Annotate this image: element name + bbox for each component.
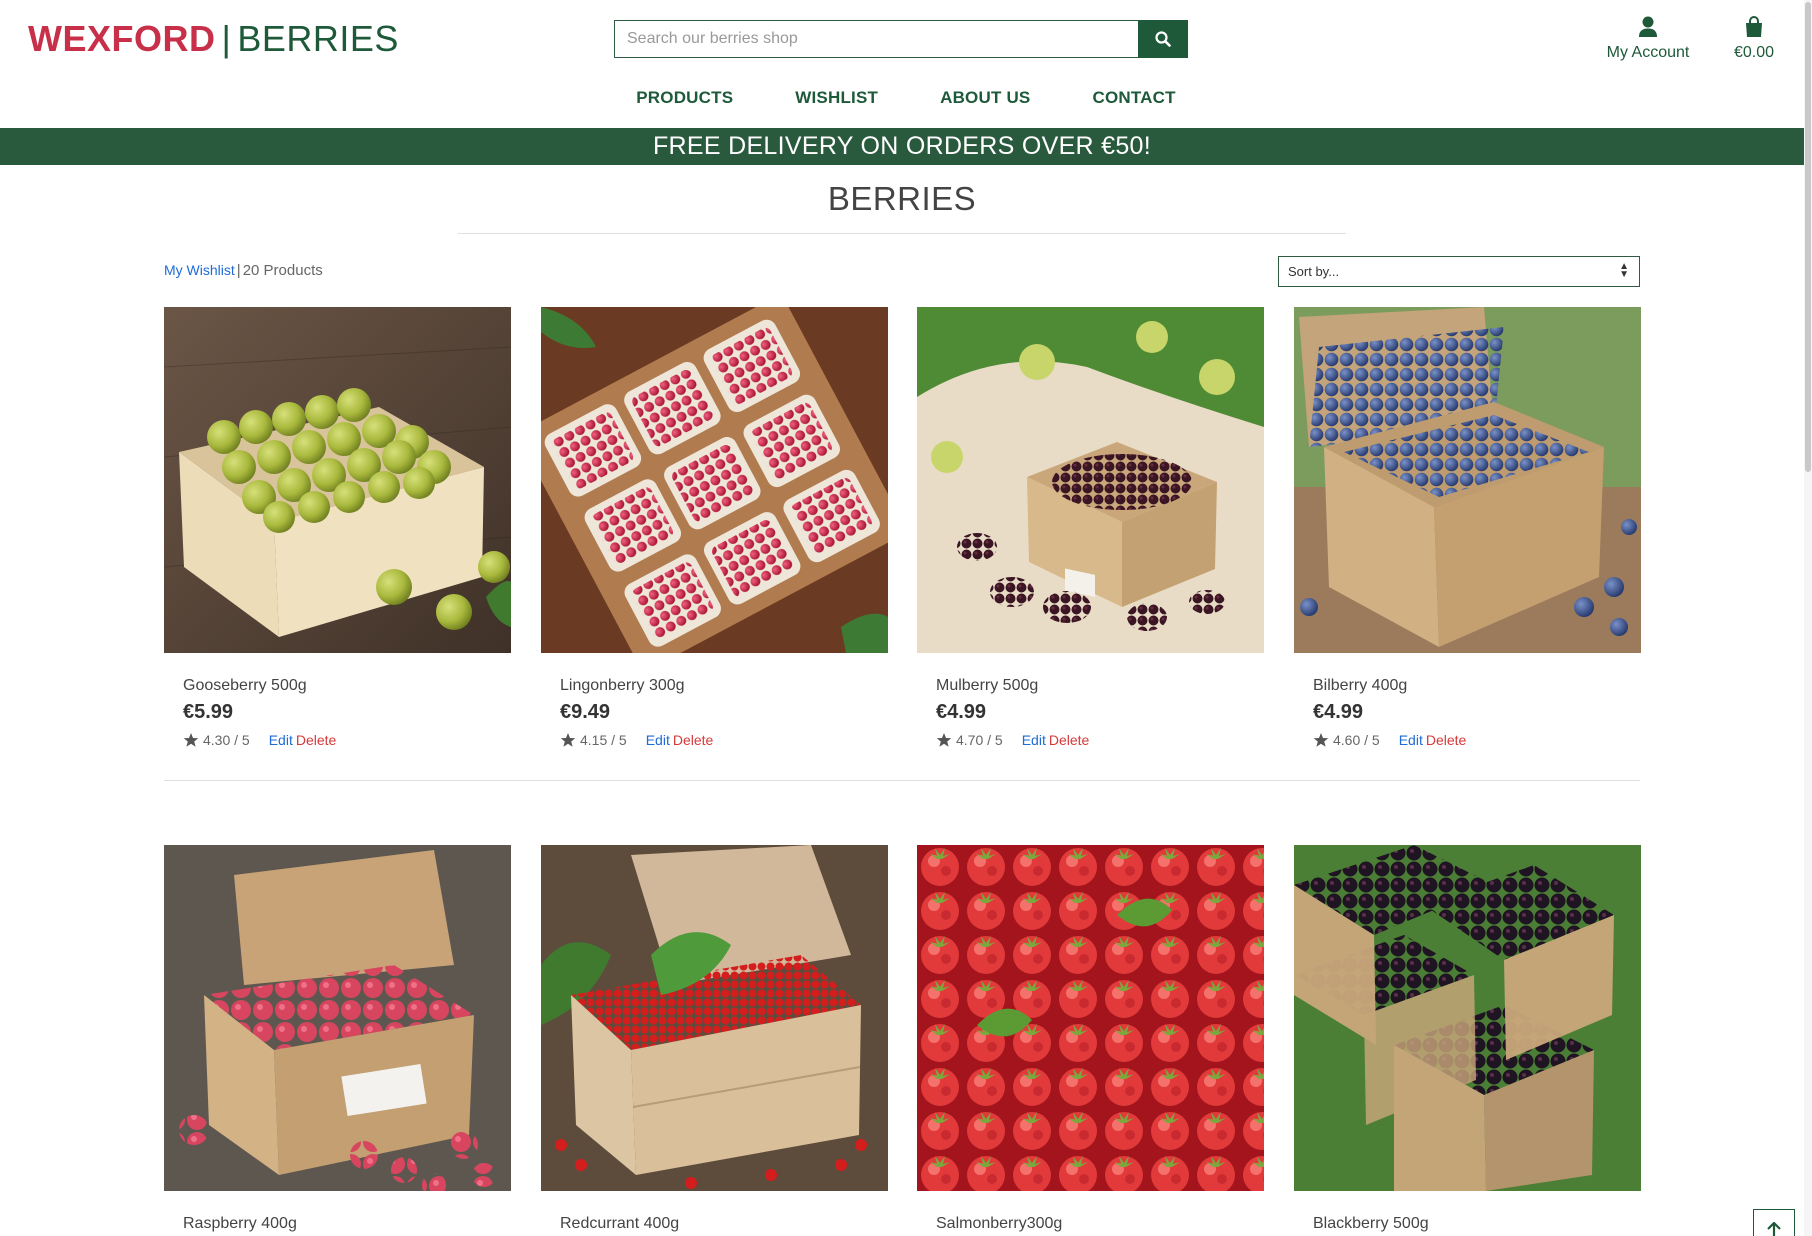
product-name[interactable]: Redcurrant 400g xyxy=(560,1215,679,1233)
product-image-mulberry[interactable] xyxy=(917,307,1264,653)
product-price: €9.49 xyxy=(560,701,611,723)
delete-product-link[interactable]: Delete xyxy=(673,732,713,748)
product-name[interactable]: Lingonberry 300g xyxy=(560,677,685,695)
star-icon xyxy=(1313,733,1329,747)
product-price: €4.99 xyxy=(936,701,987,723)
product-count: 20 Products xyxy=(242,262,323,279)
product-image-redcurrant[interactable] xyxy=(541,845,888,1191)
product-card: Salmonberry300g xyxy=(917,845,1264,1232)
star-icon xyxy=(936,733,952,747)
product-price: €4.99 xyxy=(1313,701,1364,723)
product-name[interactable]: Raspberry 400g xyxy=(183,1215,297,1233)
nav-products[interactable]: PRODUCTS xyxy=(636,88,733,108)
product-image-raspberry[interactable] xyxy=(164,845,511,1191)
product-actions: 4.30 / 5 Edit Delete xyxy=(183,732,336,748)
product-name[interactable]: Mulberry 500g xyxy=(936,677,1038,695)
logo-brand-secondary: BERRIES xyxy=(237,18,399,59)
page-scrollbar[interactable] xyxy=(1804,0,1812,1236)
edit-product-link[interactable]: Edit xyxy=(646,732,670,748)
star-icon xyxy=(560,733,576,747)
site-logo[interactable]: WEXFORD | BERRIES xyxy=(28,18,399,60)
product-rating: 4.15 / 5 xyxy=(580,732,627,748)
product-name[interactable]: Blackberry 500g xyxy=(1313,1215,1429,1233)
delete-product-link[interactable]: Delete xyxy=(296,732,336,748)
sort-selected-value: Sort by... xyxy=(1288,264,1340,279)
product-card: Redcurrant 400g xyxy=(541,845,888,1232)
nav-wishlist[interactable]: WISHLIST xyxy=(795,88,878,108)
edit-product-link[interactable]: Edit xyxy=(1022,732,1046,748)
edit-product-link[interactable]: Edit xyxy=(1399,732,1423,748)
scrollbar-thumb[interactable] xyxy=(1805,2,1811,472)
shopping-bag-icon xyxy=(1746,16,1762,37)
product-rating: 4.60 / 5 xyxy=(1333,732,1380,748)
main-nav: PRODUCTS WISHLIST ABOUT US CONTACT xyxy=(0,88,1812,108)
my-account-label: My Account xyxy=(1606,44,1690,61)
sort-arrows-icon: ▲ ▼ xyxy=(1619,261,1629,280)
title-divider xyxy=(458,233,1346,234)
user-icon xyxy=(1639,16,1657,37)
product-actions: 4.15 / 5 Edit Delete xyxy=(560,732,713,748)
product-card: Raspberry 400g xyxy=(164,845,511,1232)
back-to-top-button[interactable] xyxy=(1753,1209,1795,1236)
nav-about-us[interactable]: ABOUT US xyxy=(940,88,1030,108)
search-form xyxy=(614,20,1188,58)
product-actions: 4.70 / 5 Edit Delete xyxy=(936,732,1089,748)
search-icon xyxy=(1155,31,1171,47)
meta-separator: | xyxy=(236,262,241,279)
product-image-bilberry[interactable] xyxy=(1294,307,1641,653)
free-delivery-banner: FREE DELIVERY ON ORDERS OVER €50! xyxy=(0,128,1804,165)
product-name[interactable]: Salmonberry300g xyxy=(936,1215,1062,1233)
product-name[interactable]: Gooseberry 500g xyxy=(183,677,307,695)
product-actions: 4.60 / 5 Edit Delete xyxy=(1313,732,1466,748)
row-divider xyxy=(164,780,1640,781)
product-rating: 4.30 / 5 xyxy=(203,732,250,748)
delete-product-link[interactable]: Delete xyxy=(1426,732,1466,748)
cart-total: €0.00 xyxy=(1733,44,1775,61)
logo-brand-primary: WEXFORD xyxy=(28,18,216,59)
arrow-up-icon xyxy=(1767,1222,1781,1236)
edit-product-link[interactable]: Edit xyxy=(269,732,293,748)
product-image-lingonberry[interactable] xyxy=(541,307,888,653)
product-image-salmonberry[interactable] xyxy=(917,845,1264,1191)
product-card: Bilberry 400g €4.99 4.60 / 5 Edit Delete xyxy=(1294,307,1641,748)
product-card: Gooseberry 500g €5.99 4.30 / 5 Edit Delet… xyxy=(164,307,511,748)
cart-link[interactable]: €0.00 xyxy=(1724,16,1784,62)
product-meta: My Wishlist | 20 Products xyxy=(164,262,323,279)
page-title: BERRIES xyxy=(827,180,977,217)
product-card: Blackberry 500g xyxy=(1294,845,1641,1232)
star-icon xyxy=(183,733,199,747)
product-image-gooseberry[interactable] xyxy=(164,307,511,653)
product-price: €5.99 xyxy=(183,701,234,723)
search-input[interactable] xyxy=(614,20,1138,58)
product-card: Mulberry 500g €4.99 4.70 / 5 Edit Delete xyxy=(917,307,1264,748)
product-card: Lingonberry 300g €9.49 4.15 / 5 Edit Dele… xyxy=(541,307,888,748)
product-rating: 4.70 / 5 xyxy=(956,732,1003,748)
my-wishlist-link[interactable]: My Wishlist xyxy=(164,262,235,278)
my-account-link[interactable]: My Account xyxy=(1594,16,1702,62)
nav-contact[interactable]: CONTACT xyxy=(1092,88,1175,108)
sort-select[interactable]: Sort by... ▲ ▼ xyxy=(1278,256,1640,287)
product-image-blackberry[interactable] xyxy=(1294,845,1641,1191)
logo-separator: | xyxy=(221,18,232,59)
search-button[interactable] xyxy=(1138,20,1188,58)
delete-product-link[interactable]: Delete xyxy=(1049,732,1089,748)
product-name[interactable]: Bilberry 400g xyxy=(1313,677,1407,695)
